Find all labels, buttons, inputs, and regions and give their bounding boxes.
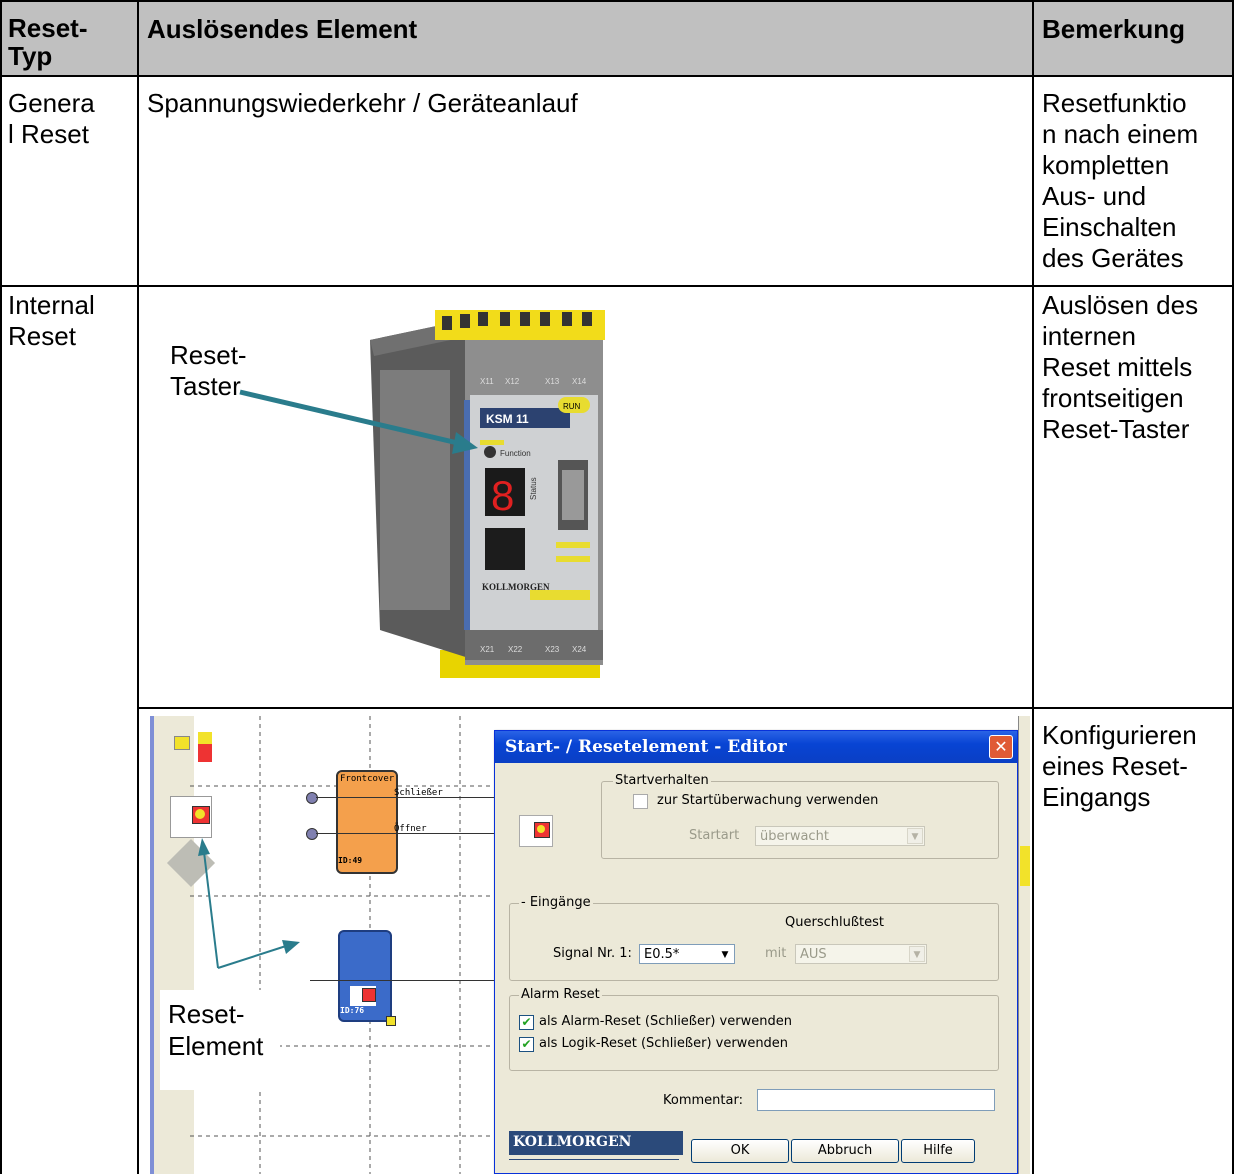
ok-button[interactable]: OK xyxy=(691,1139,789,1163)
row-divider-header xyxy=(0,75,1234,77)
reset-element-label: Reset- Element xyxy=(168,999,264,1061)
header-ausloesendes-element: Auslösendes Element xyxy=(147,14,418,44)
device-terminal-x23: X23 xyxy=(545,645,560,654)
table-border-left xyxy=(0,0,2,1174)
start-type-label: Startart xyxy=(689,828,740,843)
signal-dropdown-icon: ▼ xyxy=(717,946,733,962)
with-label: mit xyxy=(765,946,787,961)
dialog-title: Start- / Resetelement - Editor xyxy=(505,737,787,757)
row1-type: Genera l Reset xyxy=(8,88,95,149)
device-terminal-x22: X22 xyxy=(508,645,523,654)
crosscheck-value: AUS xyxy=(800,947,827,962)
device-run-label: RUN xyxy=(563,402,581,411)
logic-reset-checkbox[interactable]: ✔ xyxy=(519,1037,534,1052)
device-brand-label: KOLLMORGEN xyxy=(482,582,550,592)
dialog-brand-underline xyxy=(509,1159,679,1160)
comment-label: Kommentar: xyxy=(663,1093,743,1108)
start-monitoring-label: zur Startüberwachung verwenden xyxy=(657,793,879,808)
device-terminal-x24: X24 xyxy=(572,645,587,654)
alarm-reset-checkbox[interactable]: ✔ xyxy=(519,1015,534,1030)
row1-remark: Resetfunktio n nach einem kompletten Aus… xyxy=(1042,88,1199,273)
comment-input[interactable] xyxy=(757,1089,995,1111)
input-dot-1[interactable] xyxy=(306,792,318,804)
header-bemerkung: Bemerkung xyxy=(1042,14,1186,44)
output-port[interactable] xyxy=(386,1016,396,1026)
inputs-group-label: - Eingänge xyxy=(519,895,593,910)
reset-element-block-id: ID:76 xyxy=(340,1006,365,1015)
column-divider-2 xyxy=(1032,0,1034,1174)
crosscheck-label: Querschlußtest xyxy=(785,915,884,930)
alarm-reset-checkbox-label: als Alarm-Reset (Schließer) verwenden xyxy=(539,1014,792,1029)
wire-1 xyxy=(316,797,496,798)
signal-select[interactable]: E0.5* ▼ xyxy=(639,944,735,964)
row-divider-1 xyxy=(0,285,1234,287)
help-button[interactable]: Hilfe xyxy=(901,1139,975,1163)
device-terminal-x21: X21 xyxy=(480,645,495,654)
reset-taster-arrow xyxy=(239,389,478,454)
toolbox-start-icon[interactable] xyxy=(174,736,190,750)
start-type-select[interactable]: überwacht ▼ xyxy=(755,826,925,846)
crosscheck-dropdown-icon: ▼ xyxy=(909,946,925,962)
alarm-reset-group xyxy=(509,995,999,1071)
right-panel-fragment xyxy=(1018,716,1030,1174)
start-reset-editor-dialog: Start- / Resetelement - Editor ✕ Startve… xyxy=(494,730,1018,1174)
column-divider-1 xyxy=(137,0,139,1174)
signal-value: E0.5* xyxy=(644,947,680,962)
crosscheck-select[interactable]: AUS ▼ xyxy=(795,944,927,964)
device-photo: KSM 11 RUN Function 8 Status KOLLMORGEN … xyxy=(370,310,605,678)
start-monitoring-checkbox[interactable] xyxy=(633,794,648,809)
start-behavior-label: Startverhalten xyxy=(613,773,711,788)
reset-element-arrows xyxy=(198,838,300,969)
inputs-group xyxy=(509,903,999,981)
device-terminal-x13: X13 xyxy=(545,377,560,386)
dialog-reset-icon xyxy=(519,815,553,847)
cancel-button[interactable]: Abbruch xyxy=(791,1139,899,1163)
dialog-close-button[interactable]: ✕ xyxy=(989,735,1013,759)
software-screenshot: Frontcover Schließer Öffner ID:49 ID:76 … xyxy=(140,716,1030,1174)
signal-label: Signal Nr. 1: xyxy=(553,946,632,961)
row2-remark: Auslösen des internen Reset mittels fron… xyxy=(1042,290,1199,444)
right-panel-yellow-marker xyxy=(1020,846,1030,886)
dialog-title-bar[interactable]: Start- / Resetelement - Editor xyxy=(495,731,1017,763)
device-model-label: KSM 11 xyxy=(486,412,529,426)
frontcover-title: Frontcover xyxy=(340,774,395,784)
alarm-reset-label: Alarm Reset xyxy=(519,987,602,1002)
start-type-dropdown-icon: ▼ xyxy=(907,828,923,844)
header-reset-typ: Reset- Typ xyxy=(8,13,88,71)
device-function-label: Function xyxy=(500,449,531,458)
row2-type: Internal Reset xyxy=(8,290,95,351)
row1-element: Spannungswiederkehr / Geräteanlauf xyxy=(147,88,578,118)
toolbox-panel xyxy=(150,716,194,1174)
device-terminal-x14: X14 xyxy=(572,377,587,386)
device-terminal-x12: X12 xyxy=(505,377,520,386)
device-display-digit: 8 xyxy=(491,472,514,519)
row-divider-2 xyxy=(137,707,1234,709)
dialog-brand-logo: KOLLMORGEN xyxy=(509,1131,683,1155)
table-border-top xyxy=(0,0,1234,2)
logic-reset-checkbox-label: als Logik-Reset (Schließer) verwenden xyxy=(539,1036,789,1051)
device-status-label: Status xyxy=(529,477,538,500)
start-type-value: überwacht xyxy=(760,829,829,844)
dialog-reset-icon-dot xyxy=(537,825,545,833)
row3-remark: Konfigurieren eines Reset- Eingangs xyxy=(1042,720,1197,812)
